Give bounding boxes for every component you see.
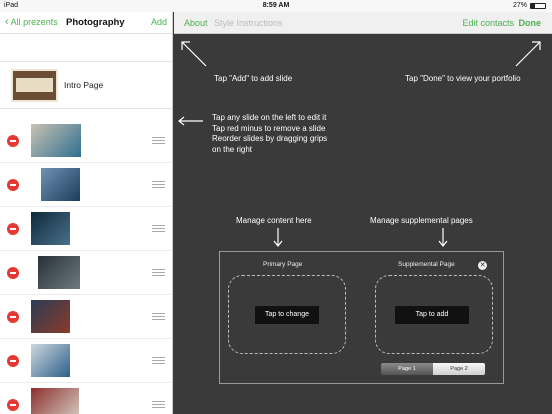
- battery-percent: 27%: [512, 2, 527, 9]
- reorder-grip-icon[interactable]: [152, 313, 165, 320]
- primary-page-dropzone[interactable]: Tap to change: [228, 275, 346, 354]
- back-label: All prezents: [10, 17, 58, 27]
- intro-page-label: Intro Page: [64, 80, 104, 90]
- supplemental-page-title: Supplemental Page: [398, 261, 455, 268]
- slide-row[interactable]: [0, 339, 172, 383]
- arrow-done-icon: [515, 41, 541, 67]
- hint-edit-line: Tap any slide on the left to edit it: [212, 113, 327, 122]
- slide-thumbnail: [31, 212, 70, 245]
- slide-row[interactable]: [0, 119, 172, 163]
- remove-slide-icon[interactable]: [7, 355, 19, 367]
- slide-list-panel: ‹ All prezents Photography Add Intro Pag…: [0, 12, 173, 414]
- slide-row[interactable]: [0, 163, 172, 207]
- reorder-grip-icon[interactable]: [152, 181, 165, 188]
- hint-manage-supplemental: Manage supplemental pages: [370, 216, 473, 225]
- slide-thumbnail: [31, 388, 79, 414]
- remove-slide-icon[interactable]: [7, 135, 19, 147]
- done-button[interactable]: Done: [519, 18, 542, 28]
- slide-thumbnail: [31, 344, 70, 377]
- slide-row[interactable]: [0, 207, 172, 251]
- hint-edit-line: on the right: [212, 144, 253, 154]
- tap-to-add-button[interactable]: Tap to add: [395, 306, 469, 324]
- slide-row[interactable]: [0, 251, 172, 295]
- portfolio-title: Photography: [66, 17, 125, 28]
- remove-slide-icon[interactable]: [7, 179, 19, 191]
- add-button[interactable]: Add: [151, 17, 167, 27]
- primary-page-title: Primary Page: [263, 261, 303, 268]
- intro-page-row[interactable]: Intro Page: [0, 61, 172, 109]
- remove-slide-icon[interactable]: [7, 223, 19, 235]
- top-navigation-bar: About Style Instructions Edit contacts D…: [174, 12, 552, 34]
- remove-slide-icon[interactable]: [7, 267, 19, 279]
- reorder-grip-icon[interactable]: [152, 269, 165, 276]
- remove-slide-icon[interactable]: [7, 311, 19, 323]
- supplemental-page-dropzone[interactable]: Tap to add: [375, 275, 493, 354]
- clock: 8:59 AM: [262, 2, 290, 9]
- hint-edit-line: Reorder slides by dragging grips: [212, 134, 328, 143]
- hint-add: Tap "Add" to add slide: [214, 74, 293, 83]
- reorder-grip-icon[interactable]: [152, 225, 165, 232]
- arrow-left-icon: [178, 116, 203, 126]
- slide-thumbnail: [41, 168, 80, 201]
- remove-slide-icon[interactable]: [7, 399, 19, 411]
- tab-page-2[interactable]: Page 2: [433, 363, 485, 375]
- style-instructions-link[interactable]: Style Instructions: [214, 18, 283, 28]
- arrow-down-content-icon: [273, 228, 283, 247]
- close-icon[interactable]: ✕: [478, 261, 487, 270]
- page-segmented-control[interactable]: Page 1 Page 2: [381, 363, 485, 375]
- slide-thumbnail: [31, 124, 81, 157]
- slide-thumbnail: [38, 256, 80, 289]
- hint-edit: Tap any slide on the left to edit it Tap…: [212, 113, 327, 155]
- hint-edit-line: Tap red minus to remove a slide: [212, 123, 326, 133]
- reorder-grip-icon[interactable]: [152, 357, 165, 364]
- hint-done: Tap "Done" to view your portfolio: [405, 74, 521, 83]
- slide-thumbnail: [31, 300, 70, 333]
- slide-row[interactable]: [0, 383, 172, 414]
- arrow-down-supplemental-icon: [438, 228, 448, 247]
- tap-to-change-button[interactable]: Tap to change: [255, 306, 319, 324]
- status-right: 27%: [513, 2, 546, 9]
- reorder-grip-icon[interactable]: [152, 401, 165, 408]
- hint-manage-content: Manage content here: [236, 216, 312, 225]
- battery-icon: [530, 2, 546, 9]
- tab-page-1[interactable]: Page 1: [381, 363, 433, 375]
- page-editor-panel: Primary Page Supplemental Page ✕ Tap to …: [219, 251, 504, 384]
- intro-thumbnail: [11, 69, 58, 102]
- left-navigation-bar: ‹ All prezents Photography Add: [0, 12, 172, 34]
- arrow-add-icon: [181, 41, 207, 67]
- back-button[interactable]: ‹ All prezents: [5, 15, 58, 28]
- about-link[interactable]: About: [184, 18, 208, 28]
- status-bar: iPad 8:59 AM 27%: [0, 0, 552, 12]
- reorder-grip-icon[interactable]: [152, 137, 165, 144]
- slide-row[interactable]: [0, 295, 172, 339]
- chevron-left-icon: ‹: [5, 15, 9, 28]
- edit-contacts-link[interactable]: Edit contacts: [462, 18, 514, 28]
